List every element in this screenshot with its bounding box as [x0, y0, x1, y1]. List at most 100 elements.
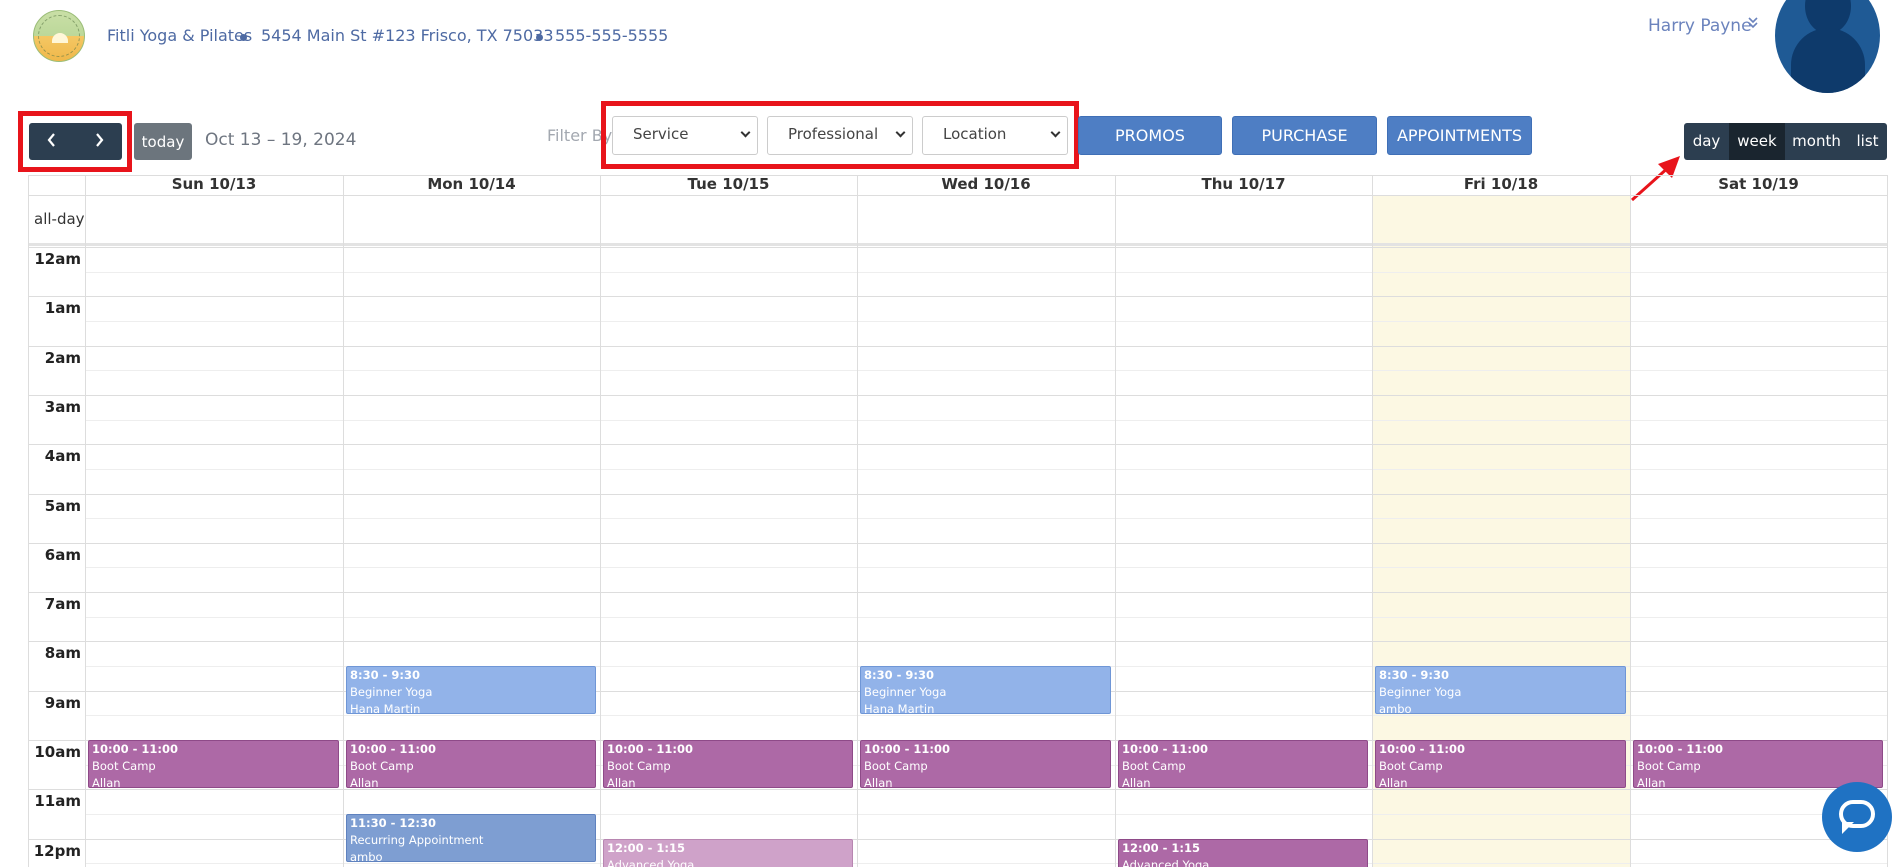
- event-time: 10:00 - 11:00: [607, 742, 693, 756]
- event-who: Allan: [864, 776, 893, 789]
- calendar-event[interactable]: 10:00 - 11:00 Boot Camp Allan: [88, 740, 339, 789]
- professional-select[interactable]: Professional: [767, 116, 913, 155]
- column-line: [85, 175, 86, 867]
- event-title: Beginner Yoga: [350, 685, 433, 700]
- calendar-event[interactable]: 10:00 - 11:00 Boot Camp Allan: [603, 740, 853, 789]
- calendar-event[interactable]: 12:00 - 1:15 Advanced Yoga: [603, 838, 853, 867]
- event-who: Allan: [607, 776, 636, 789]
- slot-line: [28, 592, 1887, 594]
- view-switcher: day week month list: [1684, 123, 1887, 160]
- view-list-button[interactable]: list: [1848, 123, 1887, 160]
- column-line: [1372, 175, 1373, 867]
- promos-button[interactable]: PROMOS: [1078, 116, 1222, 155]
- location-select[interactable]: Location: [922, 116, 1068, 155]
- event-title: Beginner Yoga: [864, 685, 947, 700]
- calendar-event[interactable]: 8:30 - 9:30 Beginner Yoga Hana Martin: [860, 666, 1111, 715]
- calendar-event[interactable]: 12:00 - 1:15 Advanced Yoga: [1118, 838, 1368, 867]
- calendar-event[interactable]: 8:30 - 9:30 Beginner Yoga Hana Martin: [346, 666, 596, 715]
- hour-label: 7am: [44, 595, 81, 614]
- service-select-value: Service: [633, 125, 689, 143]
- slot-line: [28, 838, 1887, 840]
- hour-label: 12pm: [33, 841, 81, 860]
- event-title: Advanced Yoga: [607, 857, 695, 867]
- chevron-down-icon: [1050, 127, 1061, 138]
- event-title: Recurring Appointment: [350, 832, 484, 847]
- event-time: 8:30 - 9:30: [350, 668, 420, 683]
- business-name[interactable]: Fitli Yoga & Pilates: [107, 26, 252, 45]
- slot-line: [85, 616, 1887, 618]
- event-time: 10:00 - 11:00: [1379, 742, 1465, 756]
- column-line: [1887, 175, 1888, 867]
- purchase-button[interactable]: PURCHASE: [1232, 116, 1377, 155]
- event-time: 10:00 - 11:00: [1637, 742, 1723, 756]
- event-time: 11:30 - 12:30: [350, 815, 436, 830]
- hour-label: 8am: [44, 644, 81, 663]
- day-header[interactable]: Sat 10/19: [1630, 175, 1887, 195]
- chevron-right-icon: [95, 133, 104, 147]
- day-header[interactable]: Sun 10/13: [85, 175, 343, 195]
- slot-line: [28, 789, 1887, 791]
- view-day-button[interactable]: day: [1684, 123, 1729, 160]
- business-phone[interactable]: 555-555-5555: [555, 26, 668, 45]
- business-logo: [33, 10, 85, 62]
- service-select[interactable]: Service: [612, 116, 758, 155]
- appointments-button[interactable]: APPOINTMENTS: [1387, 116, 1532, 155]
- calendar-event[interactable]: 10:00 - 11:00 Boot Camp Allan: [860, 740, 1111, 789]
- event-who: Allan: [1379, 776, 1408, 789]
- event-title: Boot Camp: [1379, 759, 1443, 773]
- date-range-title: Oct 13 – 19, 2024: [205, 130, 357, 150]
- slot-line: [28, 641, 1887, 643]
- hour-label: 1am: [44, 299, 81, 318]
- day-header[interactable]: Mon 10/14: [343, 175, 600, 195]
- slot-line: [85, 419, 1887, 421]
- event-time: 8:30 - 9:30: [1379, 668, 1449, 683]
- slot-line: [28, 394, 1887, 396]
- column-line: [1115, 175, 1116, 867]
- slot-line: [85, 271, 1887, 273]
- next-week-button[interactable]: [76, 123, 123, 160]
- prev-week-button[interactable]: [29, 123, 76, 160]
- day-header[interactable]: Thu 10/17: [1115, 175, 1372, 195]
- all-day-label: all-day: [34, 210, 85, 228]
- allday-divider: [28, 243, 1887, 246]
- slot-line: [85, 715, 1887, 717]
- slot-line: [28, 345, 1887, 347]
- hour-label: 3am: [44, 397, 81, 416]
- calendar-event[interactable]: 10:00 - 11:00 Boot Camp Allan: [1375, 740, 1626, 789]
- view-week-button[interactable]: week: [1729, 123, 1785, 160]
- event-who: Allan: [350, 776, 379, 789]
- event-title: Beginner Yoga: [1379, 685, 1462, 700]
- calendar-event[interactable]: 11:30 - 12:30 Recurring Appointment ambo: [346, 813, 596, 863]
- today-button[interactable]: today: [134, 123, 192, 160]
- double-chevron-down-icon[interactable]: [1747, 16, 1759, 34]
- hour-label: 9am: [44, 693, 81, 712]
- day-header[interactable]: Fri 10/18: [1372, 175, 1630, 195]
- business-address[interactable]: 5454 Main St #123 Frisco, TX 75033: [261, 26, 554, 45]
- calendar-event[interactable]: 10:00 - 11:00 Boot Camp Allan: [1633, 740, 1883, 789]
- day-header[interactable]: Tue 10/15: [600, 175, 857, 195]
- event-title: Boot Camp: [607, 759, 671, 773]
- event-who: Hana Martin: [864, 702, 935, 715]
- calendar-event[interactable]: 8:30 - 9:30 Beginner Yoga ambo: [1375, 666, 1626, 715]
- slot-line: [28, 296, 1887, 298]
- user-menu-name[interactable]: Harry Payne: [1648, 16, 1752, 36]
- day-header[interactable]: Wed 10/16: [857, 175, 1115, 195]
- chat-button[interactable]: [1822, 782, 1892, 852]
- hour-label: 11am: [34, 792, 81, 811]
- slot-line: [28, 542, 1887, 544]
- grid-border: [28, 175, 29, 867]
- slot-line: [85, 320, 1887, 322]
- event-who: ambo: [350, 849, 383, 863]
- avatar[interactable]: [1775, 0, 1880, 93]
- professional-select-value: Professional: [788, 125, 879, 143]
- column-line: [343, 175, 344, 867]
- hour-label: 4am: [44, 447, 81, 466]
- calendar-event[interactable]: 10:00 - 11:00 Boot Camp Allan: [346, 740, 596, 789]
- event-title: Boot Camp: [1122, 759, 1186, 773]
- view-month-button[interactable]: month: [1785, 123, 1848, 160]
- slot-line: [85, 518, 1887, 520]
- grid-border: [28, 195, 1887, 196]
- column-line: [1630, 175, 1631, 867]
- calendar-event[interactable]: 10:00 - 11:00 Boot Camp Allan: [1118, 740, 1368, 789]
- event-time: 8:30 - 9:30: [864, 668, 934, 683]
